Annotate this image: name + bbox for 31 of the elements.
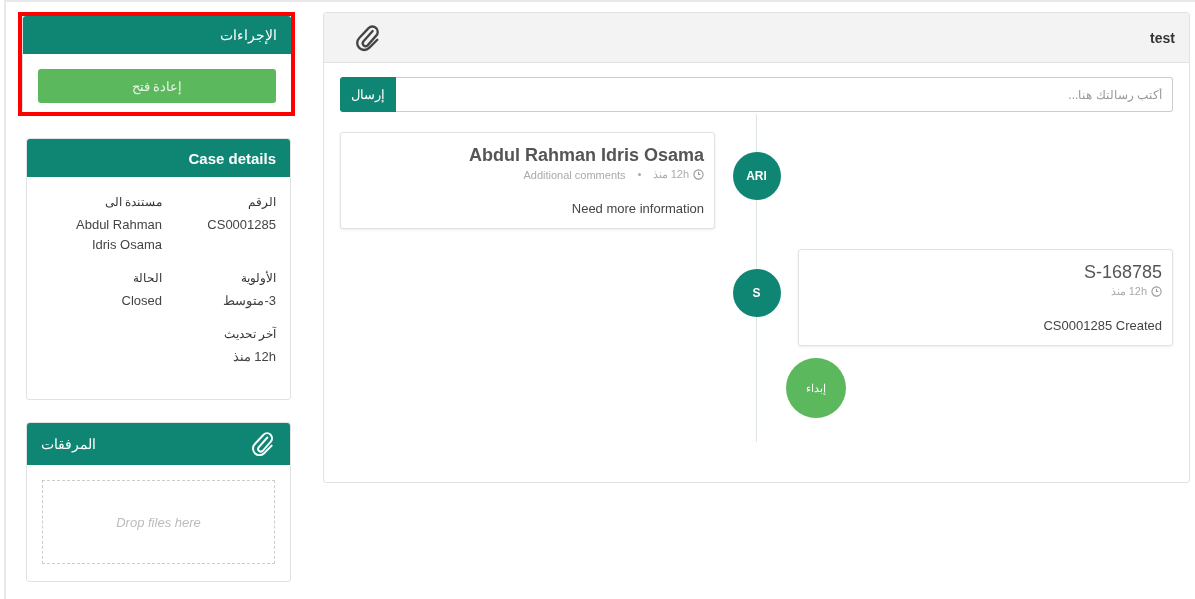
- field-value: CS0001285: [206, 216, 276, 234]
- avatar: S: [732, 269, 781, 317]
- field-value: Abdul Rahman Idris Osama: [75, 216, 162, 254]
- field-label: الرقم: [247, 195, 276, 209]
- author-name: Abdul Rahman Idris Osama: [468, 145, 704, 166]
- conversation-title: test: [1150, 29, 1175, 46]
- field-value: 12h منذ: [231, 348, 276, 366]
- send-button[interactable]: إرسال: [340, 77, 396, 112]
- entry-text: CS0001285 Created: [1043, 318, 1162, 333]
- panel-title: Case details: [188, 149, 276, 167]
- start-marker: إبداء: [786, 358, 846, 418]
- entry-text: Need more information: [571, 201, 704, 216]
- author-name: S-168785: [1083, 262, 1162, 283]
- field-label: الأولوية: [240, 271, 276, 285]
- avatar: ARI: [732, 152, 781, 200]
- clock-icon: [693, 169, 704, 180]
- clock-icon: [1151, 286, 1162, 297]
- panel-title: المرفقات: [41, 436, 96, 452]
- paperclip-icon[interactable]: [250, 431, 276, 457]
- field-value: 3-متوسط: [222, 292, 276, 311]
- entry-type: Additional comments: [523, 168, 626, 181]
- field-label: آخر تحديث: [222, 327, 276, 341]
- timestamp: 12h منذ: [652, 168, 689, 181]
- reopen-button[interactable]: إعادة فتح: [38, 69, 276, 103]
- field-value: Closed: [120, 292, 162, 310]
- field-label: الحالة: [132, 271, 162, 285]
- field-label: مستندة الى: [103, 195, 162, 209]
- paperclip-icon[interactable]: [354, 23, 382, 52]
- drop-zone[interactable]: Drop files here: [42, 480, 275, 564]
- timestamp: 12h منذ: [1110, 285, 1147, 298]
- panel-title: الإجراءات: [220, 27, 277, 43]
